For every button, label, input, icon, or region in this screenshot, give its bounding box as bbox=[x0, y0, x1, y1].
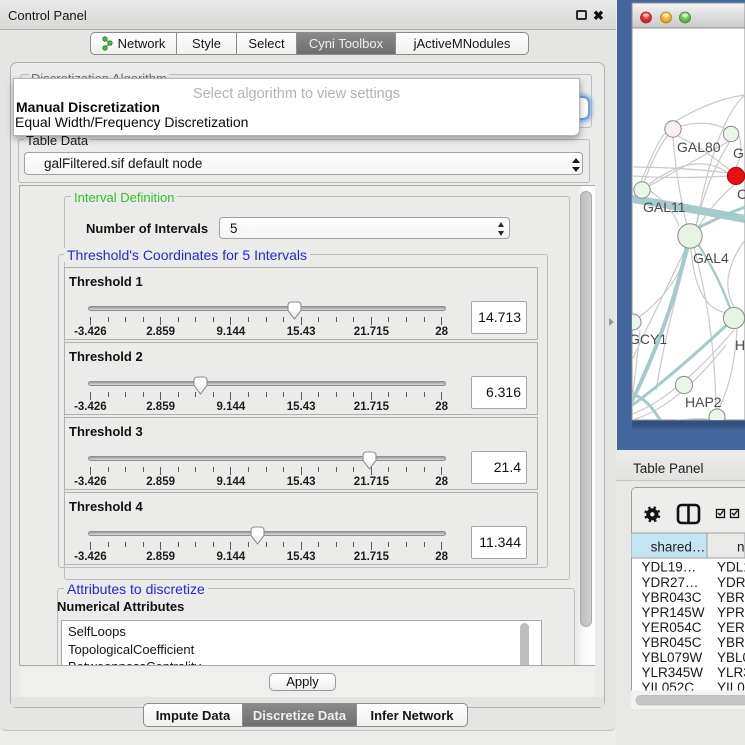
svg-text:C: C bbox=[737, 186, 745, 202]
svg-text:YBR0: YBR0 bbox=[717, 635, 745, 650]
svg-text:YBR045C: YBR045C bbox=[642, 635, 702, 650]
svg-text:YBL0: YBL0 bbox=[717, 650, 745, 665]
svg-text:GAL4: GAL4 bbox=[693, 250, 729, 266]
svg-text:YDR2: YDR2 bbox=[717, 575, 745, 590]
svg-text:YPR1: YPR1 bbox=[717, 605, 745, 620]
svg-text:GAL80: GAL80 bbox=[677, 139, 721, 155]
svg-text:YDL1: YDL1 bbox=[717, 560, 745, 575]
svg-text:G.: G. bbox=[733, 145, 745, 161]
svg-text:YLR345W: YLR345W bbox=[642, 665, 704, 680]
svg-text:YLR3: YLR3 bbox=[717, 665, 745, 680]
svg-text:HAP2: HAP2 bbox=[685, 394, 722, 410]
svg-text:YDL19…: YDL19… bbox=[642, 560, 697, 575]
svg-text:YBL079W: YBL079W bbox=[642, 650, 703, 665]
svg-text:GAL11: GAL11 bbox=[643, 199, 686, 215]
svg-text:YBR043C: YBR043C bbox=[642, 590, 702, 605]
svg-text:na: na bbox=[737, 540, 745, 555]
svg-text:GCY1: GCY1 bbox=[629, 331, 667, 347]
svg-text:YER0: YER0 bbox=[717, 620, 745, 635]
svg-text:H: H bbox=[735, 337, 745, 353]
svg-text:YDR27…: YDR27… bbox=[642, 575, 699, 590]
svg-text:shared…: shared… bbox=[651, 540, 706, 555]
svg-text:YBR0: YBR0 bbox=[717, 590, 745, 605]
svg-text:YER054C: YER054C bbox=[642, 620, 702, 635]
svg-text:YPR145W: YPR145W bbox=[642, 605, 705, 620]
